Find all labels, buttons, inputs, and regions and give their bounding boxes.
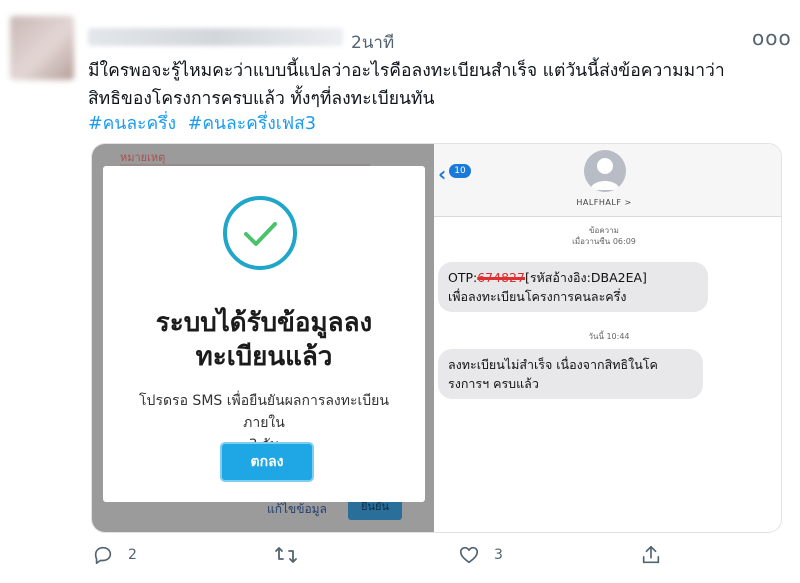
retweet-button[interactable] — [274, 544, 312, 566]
reply-icon — [94, 546, 112, 565]
hashtag-list: #คนละครึ่ง #คนละครึ่งเฟส3 — [88, 109, 322, 137]
contact-name: HALFHALF > — [576, 198, 632, 207]
hashtag-link[interactable]: #คนละครึ่งเฟส3 — [188, 114, 316, 134]
dialog-title: ระบบได้รับข้อมูลลง ทะเบียนแล้ว — [123, 306, 405, 374]
tweet-action-bar: 2 3 — [88, 544, 778, 572]
otp-reference: [รหัสอ้างอิง:DBA2EA] — [524, 270, 647, 285]
message-timestamp-1: ข้อความ เมื่อวานซืน 06:09 — [544, 225, 664, 247]
more-options-icon[interactable]: ooo — [752, 26, 792, 50]
edit-info-link: แก้ไขข้อมูล — [267, 502, 327, 516]
failed-line-1: ลงทะเบียนไม่สำเร็จ เนื่องจากสิทธิในโค — [448, 357, 658, 372]
message-timestamp-2: วันนี้ 10:44 — [588, 332, 630, 341]
unread-badge: 10 — [449, 164, 471, 178]
check-circle-icon — [223, 196, 297, 270]
like-count: 3 — [494, 547, 503, 563]
blurred-username[interactable] — [88, 28, 343, 46]
tweet-timestamp[interactable]: 2นาที — [351, 29, 394, 56]
share-icon — [642, 545, 660, 564]
timestamp-1-line-1: ข้อความ — [589, 226, 619, 235]
left-screenshot: หมายเหตุ แก้ไขข้อมูล ยืนยัน ระบบได้รับข้… — [92, 144, 434, 532]
messages-header: ‹ 10 HALFHALF > — [434, 144, 781, 217]
success-dialog: ระบบได้รับข้อมูลลง ทะเบียนแล้ว โปรดรอ SM… — [103, 166, 425, 502]
back-chevron-icon: ‹ — [438, 162, 447, 186]
hashtag-link[interactable]: #คนละครึ่ง — [88, 114, 176, 134]
user-avatar[interactable] — [10, 16, 74, 80]
otp-line-1: OTP:674827[รหัสอ้างอิง:DBA2EA] — [448, 268, 698, 287]
like-button[interactable]: 3 — [458, 544, 503, 566]
otp-prefix: OTP: — [448, 270, 478, 285]
otp-line-2: เพื่อลงทะเบียนโครงการคนละครึ่ง — [448, 289, 627, 304]
reply-count: 2 — [128, 547, 137, 563]
contact-avatar-icon — [584, 150, 626, 192]
right-screenshot: ‹ 10 HALFHALF > ข้อความ เมื่อวานซืน 06:0… — [434, 144, 781, 532]
failed-line-2: รงการฯ ครบแล้ว — [448, 376, 539, 391]
tweet-text-line-1: มีใครพอจะรู้ไหมคะว่าแบบนี้แปลว่าอะไรคือล… — [88, 61, 725, 81]
share-button[interactable] — [640, 544, 676, 566]
reply-button[interactable]: 2 — [92, 544, 137, 566]
redacted-otp: 674827 — [477, 270, 525, 285]
retweet-icon — [275, 547, 297, 563]
heart-icon — [459, 546, 479, 564]
dialog-desc-line-1: โปรดรอ SMS เพื่อยืนยันผลการลงทะเบียน ภาย… — [139, 393, 389, 431]
sms-bubble-otp: OTP:674827[รหัสอ้างอิง:DBA2EA] เพื่อลงทะ… — [438, 262, 708, 312]
timestamp-1-line-2: เมื่อวานซืน 06:09 — [572, 237, 636, 246]
ok-button: ตกลง — [222, 444, 312, 480]
dialog-title-line-1: ระบบได้รับข้อมูลลง — [155, 308, 373, 338]
dialog-title-line-2: ทะเบียนแล้ว — [195, 342, 333, 372]
sms-bubble-failed: ลงทะเบียนไม่สำเร็จ เนื่องจากสิทธิในโค รง… — [438, 349, 703, 399]
tweet-media-image[interactable]: หมายเหตุ แก้ไขข้อมูล ยืนยัน ระบบได้รับข้… — [91, 143, 782, 533]
tweet-text: มีใครพอจะรู้ไหมคะว่าแบบนี้แปลว่าอะไรคือล… — [88, 57, 788, 113]
